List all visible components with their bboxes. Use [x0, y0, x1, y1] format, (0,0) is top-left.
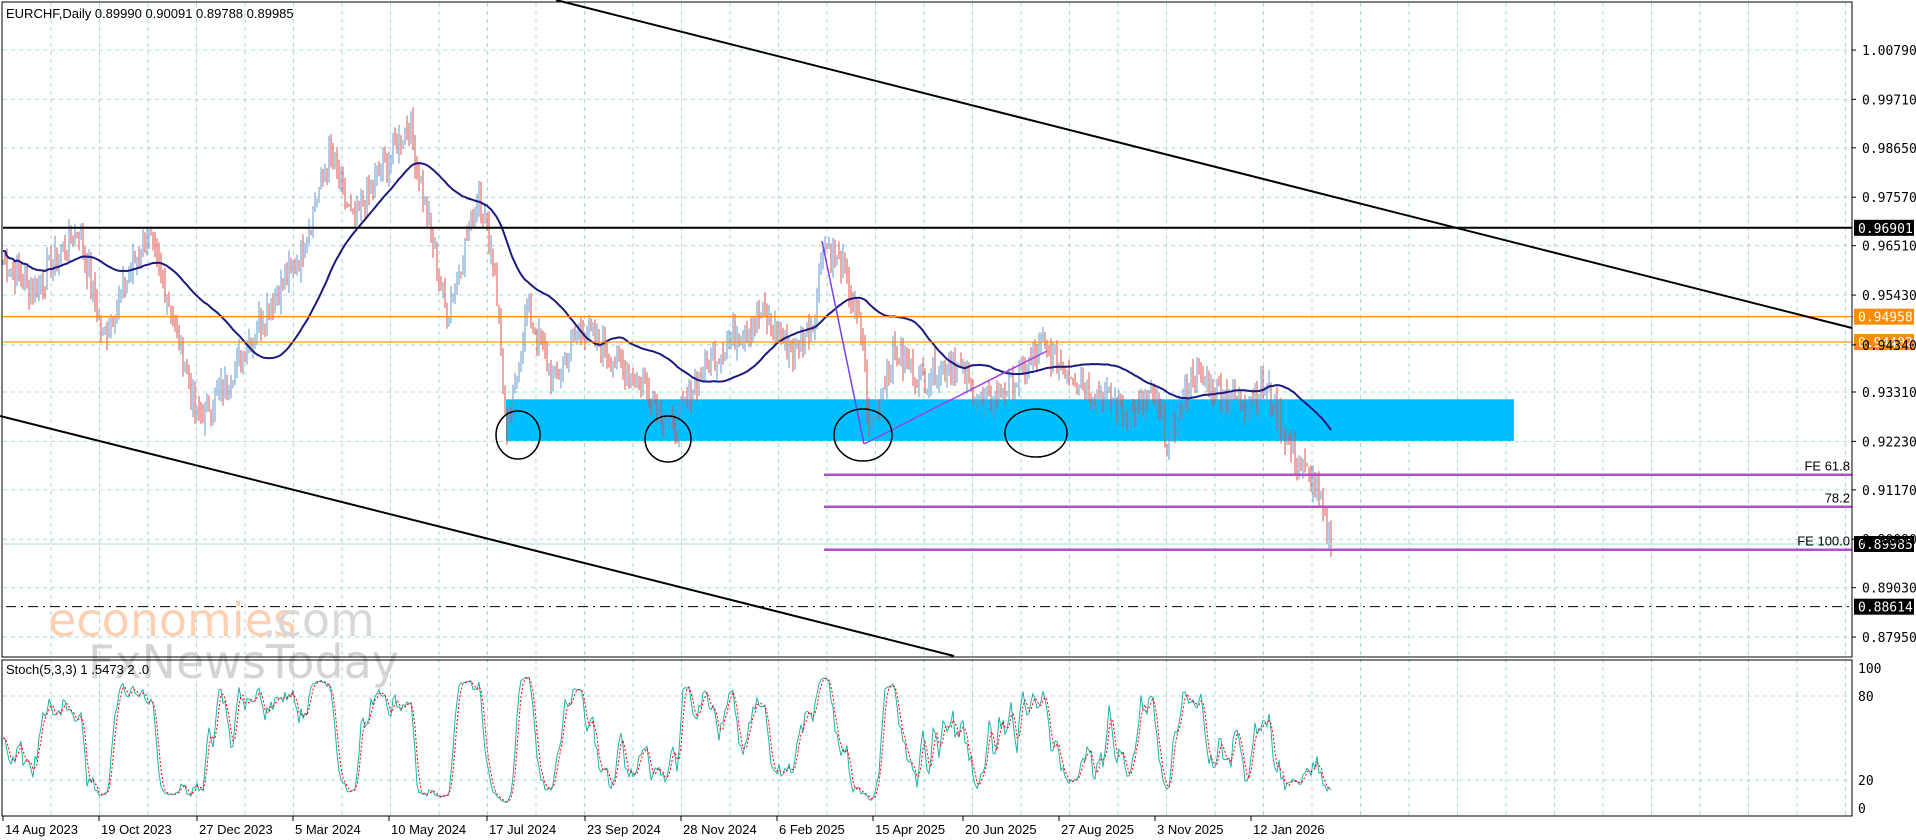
- date-tick-label: 12 Jan 2026: [1253, 822, 1325, 837]
- date-tick-label: 19 Oct 2023: [101, 822, 172, 837]
- stoch-tick-label: 0: [1858, 802, 1866, 817]
- level-price-label: 0.94958: [1858, 311, 1913, 326]
- date-tick-label: 23 Sep 2024: [587, 822, 661, 837]
- price-tick-label: 0.89030: [1862, 582, 1916, 597]
- date-tick-label: 20 Jun 2025: [965, 822, 1037, 837]
- price-tick-label: 0.96510: [1862, 240, 1916, 255]
- stoch-label: Stoch(5,3,3) 1 .5473 2 .0: [6, 662, 149, 677]
- stoch-tick-label: 80: [1858, 690, 1874, 705]
- fib-level-label: FE 100.0: [1797, 534, 1850, 549]
- date-tick-label: 3 Nov 2025: [1157, 822, 1224, 837]
- date-tick-label: 27 Aug 2025: [1061, 822, 1134, 837]
- date-tick-label: 17 Jul 2024: [489, 822, 556, 837]
- price-tick-label: 0.92230: [1862, 435, 1916, 450]
- level-price-label: 0.96901: [1858, 222, 1913, 237]
- fib-level-label: FE 61.8: [1804, 459, 1850, 474]
- date-tick-label: 27 Dec 2023: [199, 822, 273, 837]
- price-tick-label: 0.97570: [1862, 191, 1916, 206]
- date-tick-label: 6 Feb 2025: [779, 822, 845, 837]
- price-tick-label: 1.00790: [1862, 44, 1916, 59]
- eurchf-chart[interactable]: economies .com FxNewsToday 0.969010.9495…: [0, 0, 1916, 840]
- date-tick-label: 14 Aug 2023: [5, 822, 78, 837]
- symbol-header: EURCHF,Daily 0.89990 0.90091 0.89788 0.8…: [6, 6, 294, 21]
- stoch-tick-label: 100: [1858, 662, 1881, 677]
- date-tick-label: 10 May 2024: [391, 822, 466, 837]
- date-tick-label: 5 Mar 2024: [295, 822, 361, 837]
- price-tick-label: 0.95430: [1862, 289, 1916, 304]
- price-tick-label: 0.93310: [1862, 386, 1916, 401]
- level-price-label: 0.88614: [1858, 601, 1913, 616]
- price-tick-label: 0.90090: [1862, 533, 1916, 548]
- date-tick-label: 28 Nov 2024: [683, 822, 757, 837]
- fib-level-label: 78.2: [1825, 491, 1850, 506]
- price-tick-label: 0.87950: [1862, 631, 1916, 646]
- stoch-tick-label: 20: [1858, 774, 1874, 789]
- date-tick-label: 15 Apr 2025: [875, 822, 945, 837]
- price-tick-label: 0.91170: [1862, 484, 1916, 499]
- price-tick-label: 0.98650: [1862, 142, 1916, 157]
- price-tick-label: 0.99710: [1862, 93, 1916, 108]
- price-tick-label: 0.94340: [1862, 339, 1916, 354]
